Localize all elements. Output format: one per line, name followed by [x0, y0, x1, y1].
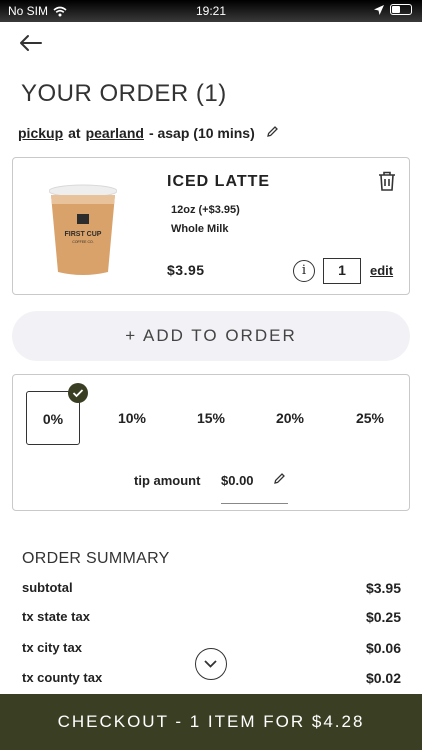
info-icon[interactable]: i — [293, 260, 315, 282]
summary-row-state-tax: tx state tax $0.25 — [22, 609, 401, 625]
tip-card: 0% 10% 15% 20% 25% tip amount $0.00 — [12, 374, 410, 511]
pickup-method-link[interactable]: pickup — [18, 125, 63, 141]
battery-icon — [390, 4, 412, 15]
pencil-icon[interactable] — [266, 125, 279, 141]
cup-brand-text: FIRST CUP — [65, 231, 102, 238]
summary-value: $0.02 — [365, 670, 401, 686]
add-to-order-button[interactable]: + ADD TO ORDER — [12, 311, 410, 361]
item-size: 12oz (+$3.95) — [171, 204, 240, 216]
order-meta: pickup at pearland - asap (10 mins) — [18, 125, 279, 141]
back-arrow-icon[interactable] — [18, 30, 44, 56]
cup-sub-text: COFFEE CO. — [72, 240, 93, 244]
summary-label: subtotal — [22, 580, 73, 595]
tip-amount-input[interactable]: $0.00 — [221, 473, 254, 488]
tip-amount-underline — [221, 503, 288, 504]
cart-item-card: FIRST CUP COFFEE CO. ICED LATTE 12oz (+$… — [12, 157, 410, 295]
order-eta: - asap (10 mins) — [148, 125, 255, 141]
page-title: YOUR ORDER (1) — [21, 80, 227, 107]
checkout-button[interactable]: CHECKOUT - 1 ITEM FOR $4.28 — [0, 694, 422, 750]
summary-value: $0.25 — [365, 609, 401, 625]
tip-option-20[interactable]: 20% — [263, 391, 317, 445]
summary-label: tx state tax — [22, 609, 90, 624]
status-time: 19:21 — [195, 4, 227, 18]
trash-icon[interactable] — [377, 170, 397, 192]
summary-row-subtotal: subtotal $3.95 — [22, 580, 401, 596]
tip-pencil-icon[interactable] — [273, 472, 286, 488]
check-icon — [68, 383, 88, 403]
item-price: $3.95 — [167, 262, 205, 278]
tip-option-15[interactable]: 15% — [184, 391, 238, 445]
summary-value: $0.06 — [365, 640, 401, 656]
order-meta-at: at — [68, 125, 81, 141]
location-link[interactable]: pearland — [86, 125, 144, 141]
summary-label: tx county tax — [22, 670, 103, 685]
tip-option-10[interactable]: 10% — [105, 391, 159, 445]
tip-option-25[interactable]: 25% — [343, 391, 397, 445]
order-summary-title: ORDER SUMMARY — [22, 550, 170, 567]
item-milk: Whole Milk — [171, 223, 229, 235]
tip-amount-label: tip amount — [134, 473, 201, 488]
quantity-input[interactable]: 1 — [323, 258, 361, 284]
item-name: ICED LATTE — [167, 173, 271, 190]
edit-item-link[interactable]: edit — [370, 263, 393, 278]
iced-latte-image: FIRST CUP COFFEE CO. — [49, 184, 117, 275]
summary-label: tx city tax — [22, 640, 82, 655]
status-right — [374, 4, 412, 15]
location-arrow-icon — [374, 4, 384, 15]
summary-value: $3.95 — [365, 580, 401, 596]
status-bar: No SIM 19:21 — [0, 0, 422, 22]
chevron-down-icon[interactable] — [195, 648, 227, 680]
